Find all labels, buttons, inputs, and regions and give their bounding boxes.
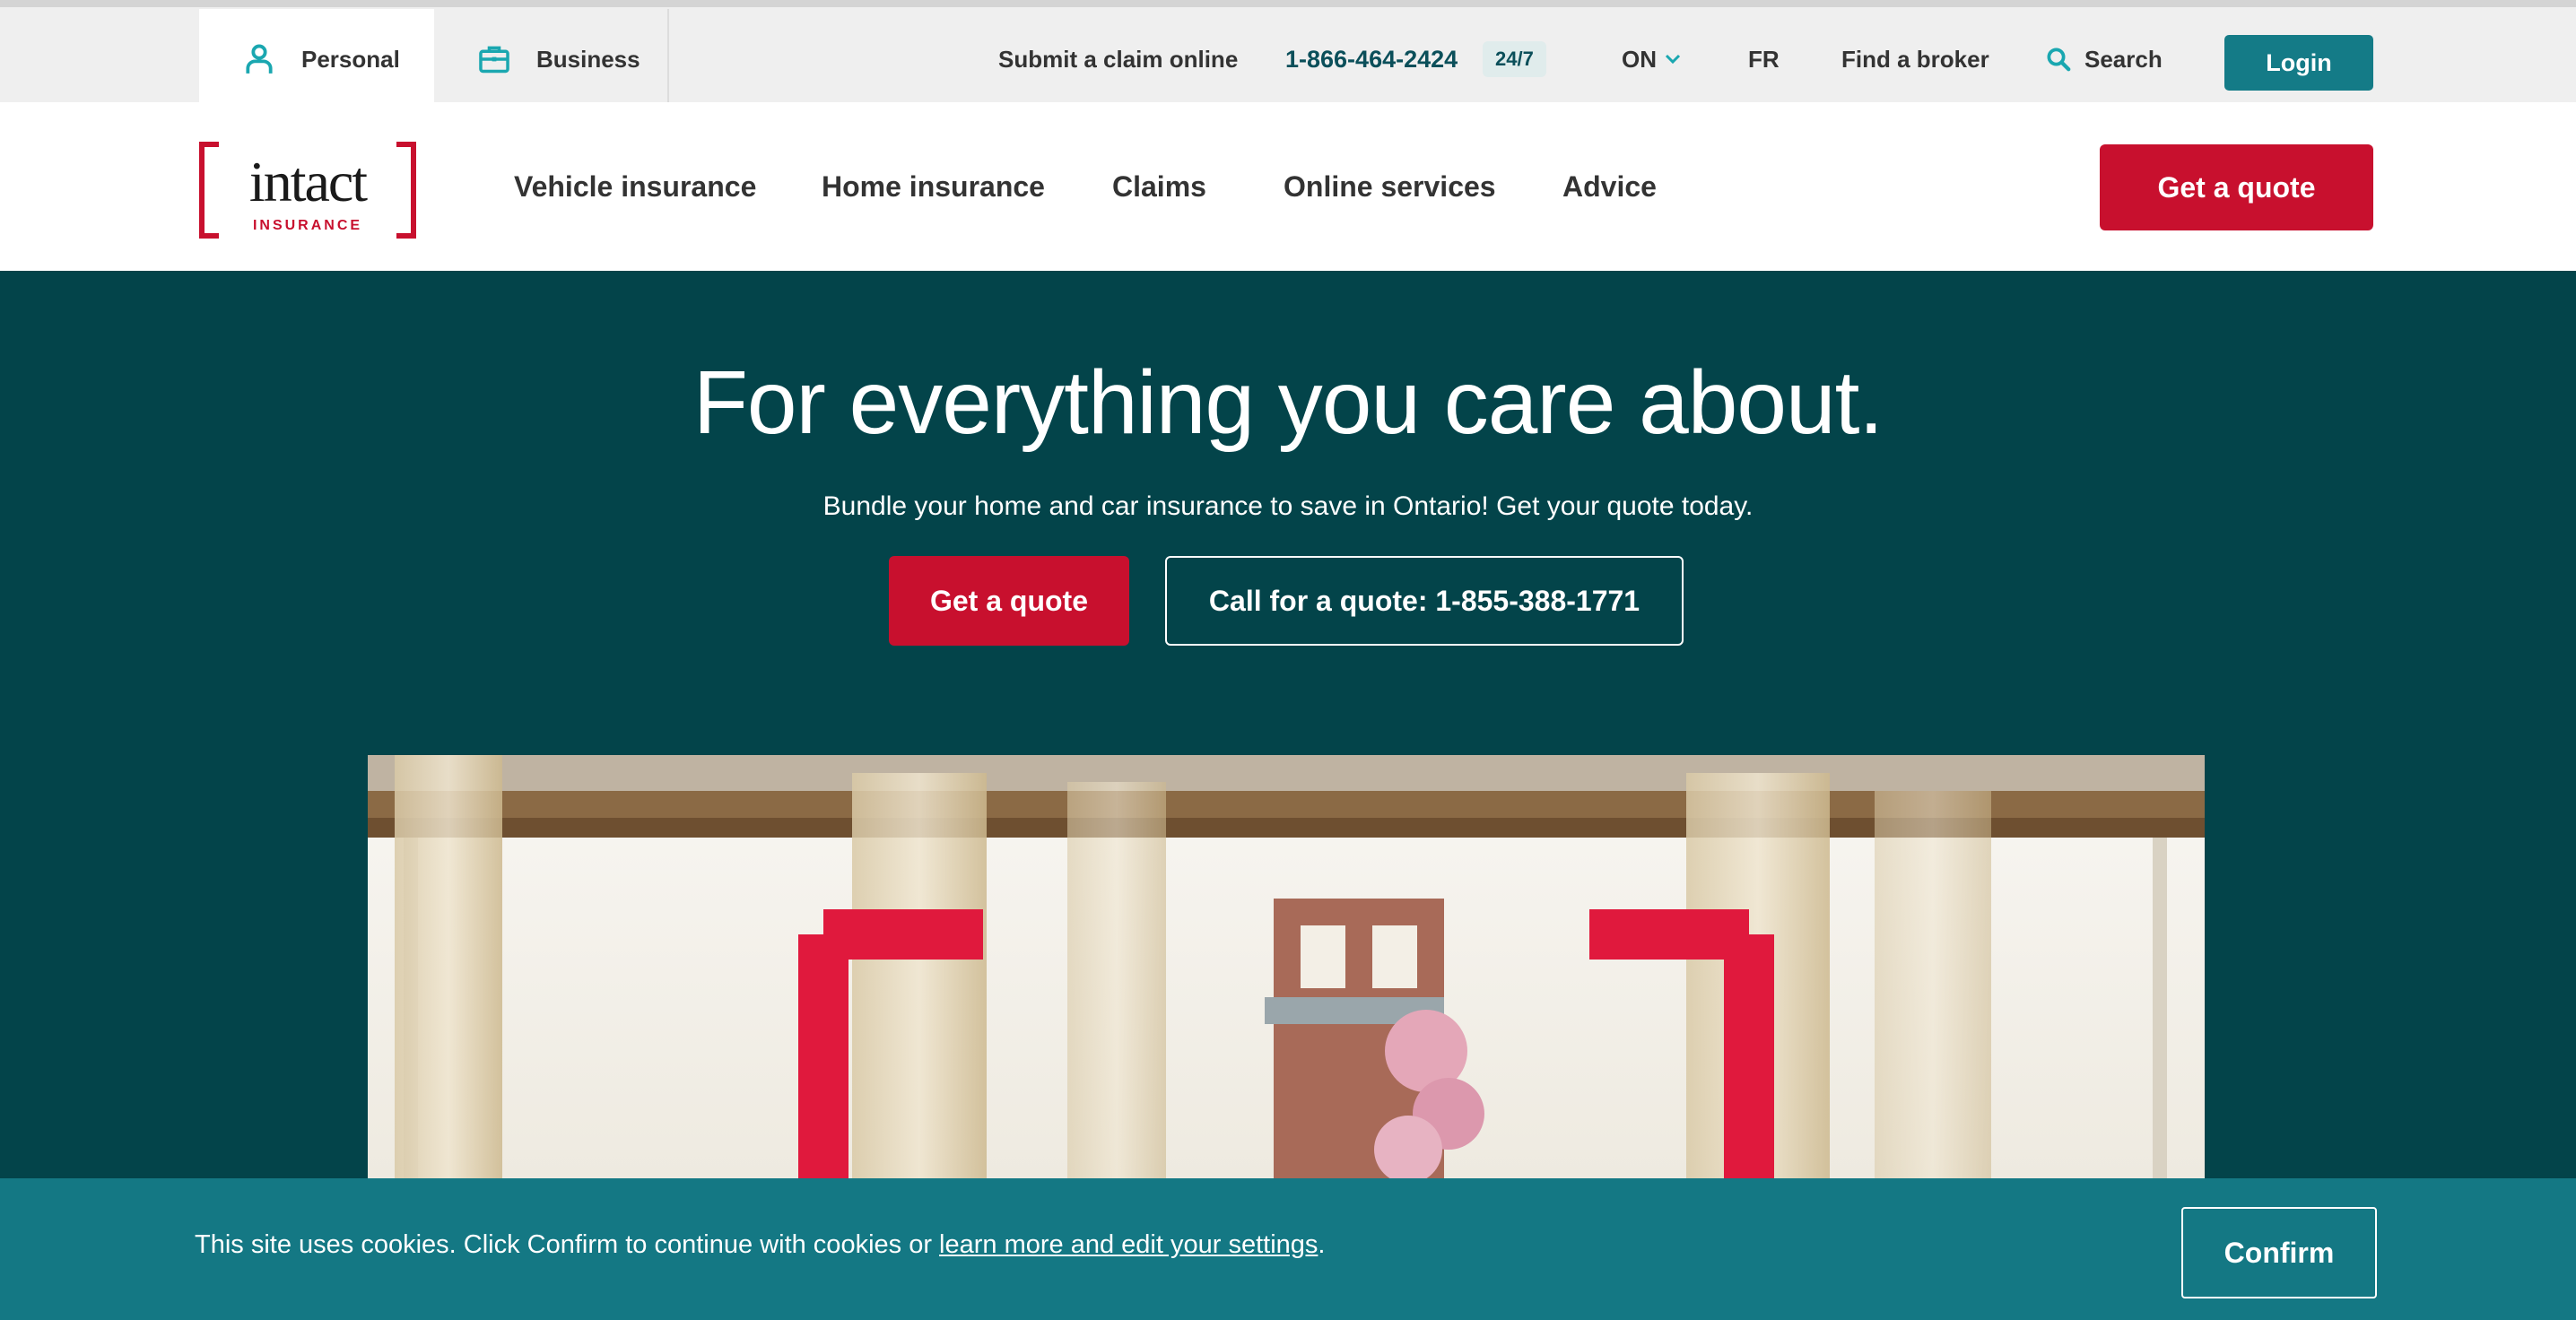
svg-text:INSURANCE: INSURANCE [253, 218, 362, 233]
hero-title: For everything you care about. [692, 352, 1884, 453]
province-label: ON [1622, 45, 1657, 73]
phone-link[interactable]: 1-866-464-2424 [1285, 9, 1458, 109]
search-icon [2047, 48, 2071, 72]
person-icon [246, 44, 273, 74]
briefcase-icon [479, 46, 509, 74]
header-get-quote-button[interactable]: Get a quote [2100, 144, 2373, 230]
province-selector[interactable]: ON [1622, 9, 1682, 109]
utility-bar: Personal Business Submit a claim online … [0, 0, 2576, 109]
find-broker-link[interactable]: Find a broker [1841, 9, 1989, 109]
nav-advice[interactable]: Advice [1562, 165, 1657, 208]
cookie-confirm-button[interactable]: Confirm [2181, 1207, 2377, 1298]
hero-subtitle: Bundle your home and car insurance to sa… [822, 491, 1754, 521]
nav-vehicle-insurance[interactable]: Vehicle insurance [514, 165, 756, 208]
cookie-banner: This site uses cookies. Click Confirm to… [0, 1178, 2576, 1320]
tab-personal[interactable]: Personal [199, 9, 434, 109]
cookie-text-end: . [1318, 1230, 1326, 1259]
availability-badge: 24/7 [1483, 41, 1546, 77]
cookie-text-start: This site uses cookies. Click Confirm to… [195, 1230, 940, 1259]
main-header: intact INSURANCE Vehicle insurance Home … [0, 102, 2576, 271]
cookie-settings-link[interactable]: learn more and edit your settings [939, 1230, 1318, 1259]
language-toggle[interactable]: FR [1748, 9, 1780, 109]
nav-home-insurance[interactable]: Home insurance [822, 165, 1045, 208]
hero-get-quote-button[interactable]: Get a quote [889, 556, 1129, 646]
hero-section: For everything you care about. Bundle yo… [0, 271, 2576, 1320]
nav-claims[interactable]: Claims [1112, 165, 1206, 208]
nav-online-services[interactable]: Online services [1284, 165, 1496, 208]
search-label: Search [2084, 45, 2163, 73]
cookie-message: This site uses cookies. Click Confirm to… [195, 1230, 1325, 1260]
tab-business-label: Business [536, 45, 640, 73]
tab-personal-label: Personal [301, 45, 400, 73]
call-for-quote-button[interactable]: Call for a quote: 1-855-388-1771 [1165, 556, 1684, 646]
submit-claim-link[interactable]: Submit a claim online [998, 9, 1238, 109]
chevron-down-icon [1665, 54, 1681, 65]
tab-business[interactable]: Business [434, 9, 669, 109]
intact-logo[interactable]: intact INSURANCE [199, 142, 416, 239]
svg-text:intact: intact [249, 150, 368, 213]
search-button[interactable]: Search [2045, 9, 2163, 109]
login-button[interactable]: Login [2224, 35, 2373, 91]
